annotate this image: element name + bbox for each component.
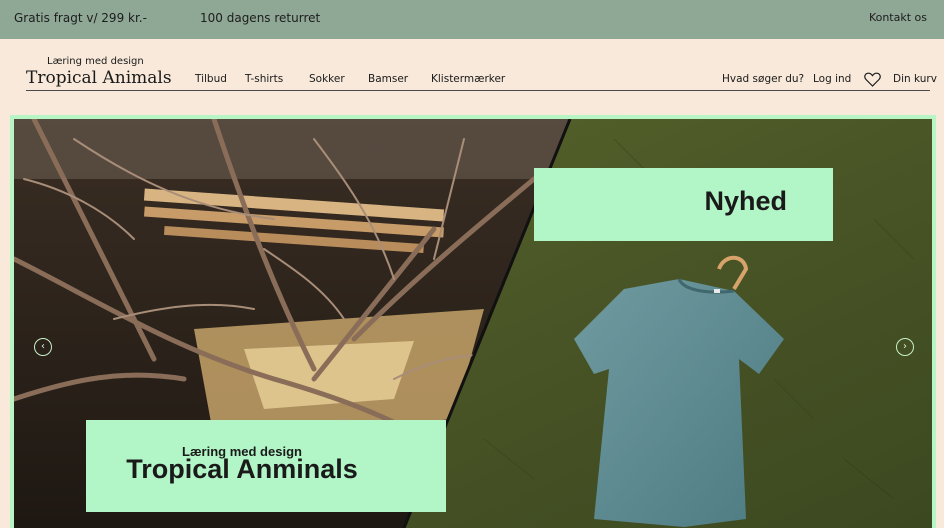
cart-link[interactable]: Din kurv [893,73,937,85]
free-shipping-text: Gratis fragt v/ 299 kr.- [14,11,147,25]
header-divider [26,90,930,91]
logo-subtitle: Læring med design [47,56,144,67]
announcement-bar: Gratis fragt v/ 299 kr.- 100 dagens retu… [0,0,944,39]
nav-item-sokker[interactable]: Sokker [309,73,345,85]
brand-banner[interactable]: Læring med design Tropical Anminals [86,420,446,512]
brand-title: Tropical Anminals [126,454,358,484]
new-label: Nyhed [704,186,787,216]
nav-item-t-shirts[interactable]: T-shirts [245,73,283,85]
nav-item-tilbud[interactable]: Tilbud [195,73,227,85]
contact-link[interactable]: Kontakt os [869,11,927,24]
site-header: Læring med design Tropical Animals Tilbu… [0,39,944,115]
heart-icon[interactable] [864,72,881,87]
chevron-left-icon[interactable]: ‹ [34,338,52,356]
return-policy-text: 100 dagens returret [200,11,321,25]
nav-item-bamser[interactable]: Bamser [368,73,408,85]
logo-title: Tropical Animals [26,68,172,88]
new-badge[interactable]: Nyhed [534,168,833,241]
search-link[interactable]: Hvad søger du? [722,73,804,85]
hero-carousel: Nyhed Læring med design Tropical Anminal… [10,115,936,528]
chevron-right-icon[interactable]: › [896,338,914,356]
nav-item-klistermaerker[interactable]: Klistermærker [431,73,505,85]
login-link[interactable]: Log ind [813,73,851,85]
